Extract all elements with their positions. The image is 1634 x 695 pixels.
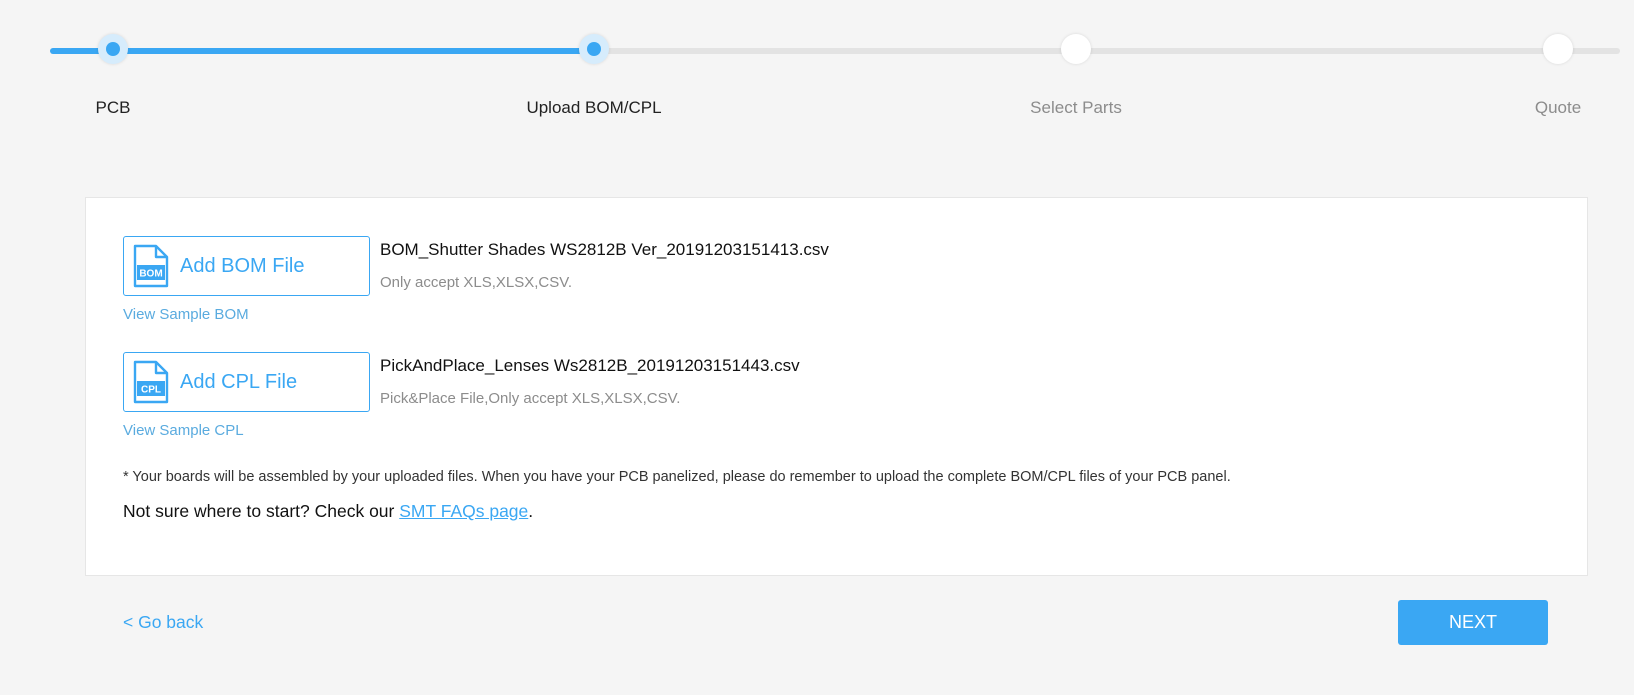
- help-prefix: Not sure where to start? Check our: [123, 501, 400, 521]
- step-label-quote: Quote: [1534, 98, 1582, 117]
- go-back-link[interactable]: < Go back: [123, 612, 203, 633]
- add-bom-file-button[interactable]: BOM Add BOM File: [123, 236, 370, 296]
- bom-file-hint: Only accept XLS,XLSX,CSV.: [380, 274, 573, 291]
- svg-text:CPL: CPL: [141, 385, 161, 396]
- add-cpl-file-button[interactable]: CPL Add CPL File: [123, 352, 370, 412]
- add-bom-file-label: Add BOM File: [180, 254, 305, 277]
- step-dot-upload[interactable]: [579, 34, 609, 64]
- smt-faqs-link[interactable]: SMT FAQs page: [399, 501, 528, 521]
- smt-order-page: PCB Upload BOM/CPL Select Parts Quote BO…: [0, 0, 1634, 695]
- cpl-file-name: PickAndPlace_Lenses Ws2812B_201912031514…: [380, 356, 800, 375]
- svg-text:BOM: BOM: [139, 269, 162, 280]
- step-label-select-parts: Select Parts: [1030, 98, 1122, 117]
- help-suffix: .: [528, 501, 534, 521]
- step-label-pcb[interactable]: PCB: [96, 98, 131, 118]
- cpl-file-hint: Pick&Place File,Only accept XLS,XLSX,CSV…: [380, 390, 681, 407]
- progress-stepper: PCB Upload BOM/CPL Select Parts Quote: [0, 0, 1634, 140]
- view-sample-bom-link[interactable]: View Sample BOM: [123, 306, 249, 323]
- add-cpl-file-label: Add CPL File: [180, 370, 298, 393]
- bom-file-name: BOM_Shutter Shades WS2812B Ver_201912031…: [380, 240, 829, 259]
- help-text: Not sure where to start? Check our SMT F…: [123, 501, 533, 522]
- step-dot-select-parts: [1061, 34, 1091, 64]
- assembly-note: * Your boards will be assembled by your …: [123, 469, 1231, 485]
- cpl-file-icon: CPL: [133, 360, 169, 404]
- view-sample-cpl-link[interactable]: View Sample CPL: [123, 422, 244, 439]
- bom-file-icon: BOM: [133, 244, 169, 288]
- upload-card: BOM Add BOM File BOM_Shutter Shades WS28…: [85, 197, 1588, 576]
- step-dot-quote: [1543, 34, 1573, 64]
- next-button[interactable]: NEXT: [1398, 600, 1548, 645]
- stepper-track-progress: [50, 48, 595, 54]
- step-label-upload: Upload BOM/CPL: [526, 98, 662, 117]
- step-dot-pcb[interactable]: [98, 34, 128, 64]
